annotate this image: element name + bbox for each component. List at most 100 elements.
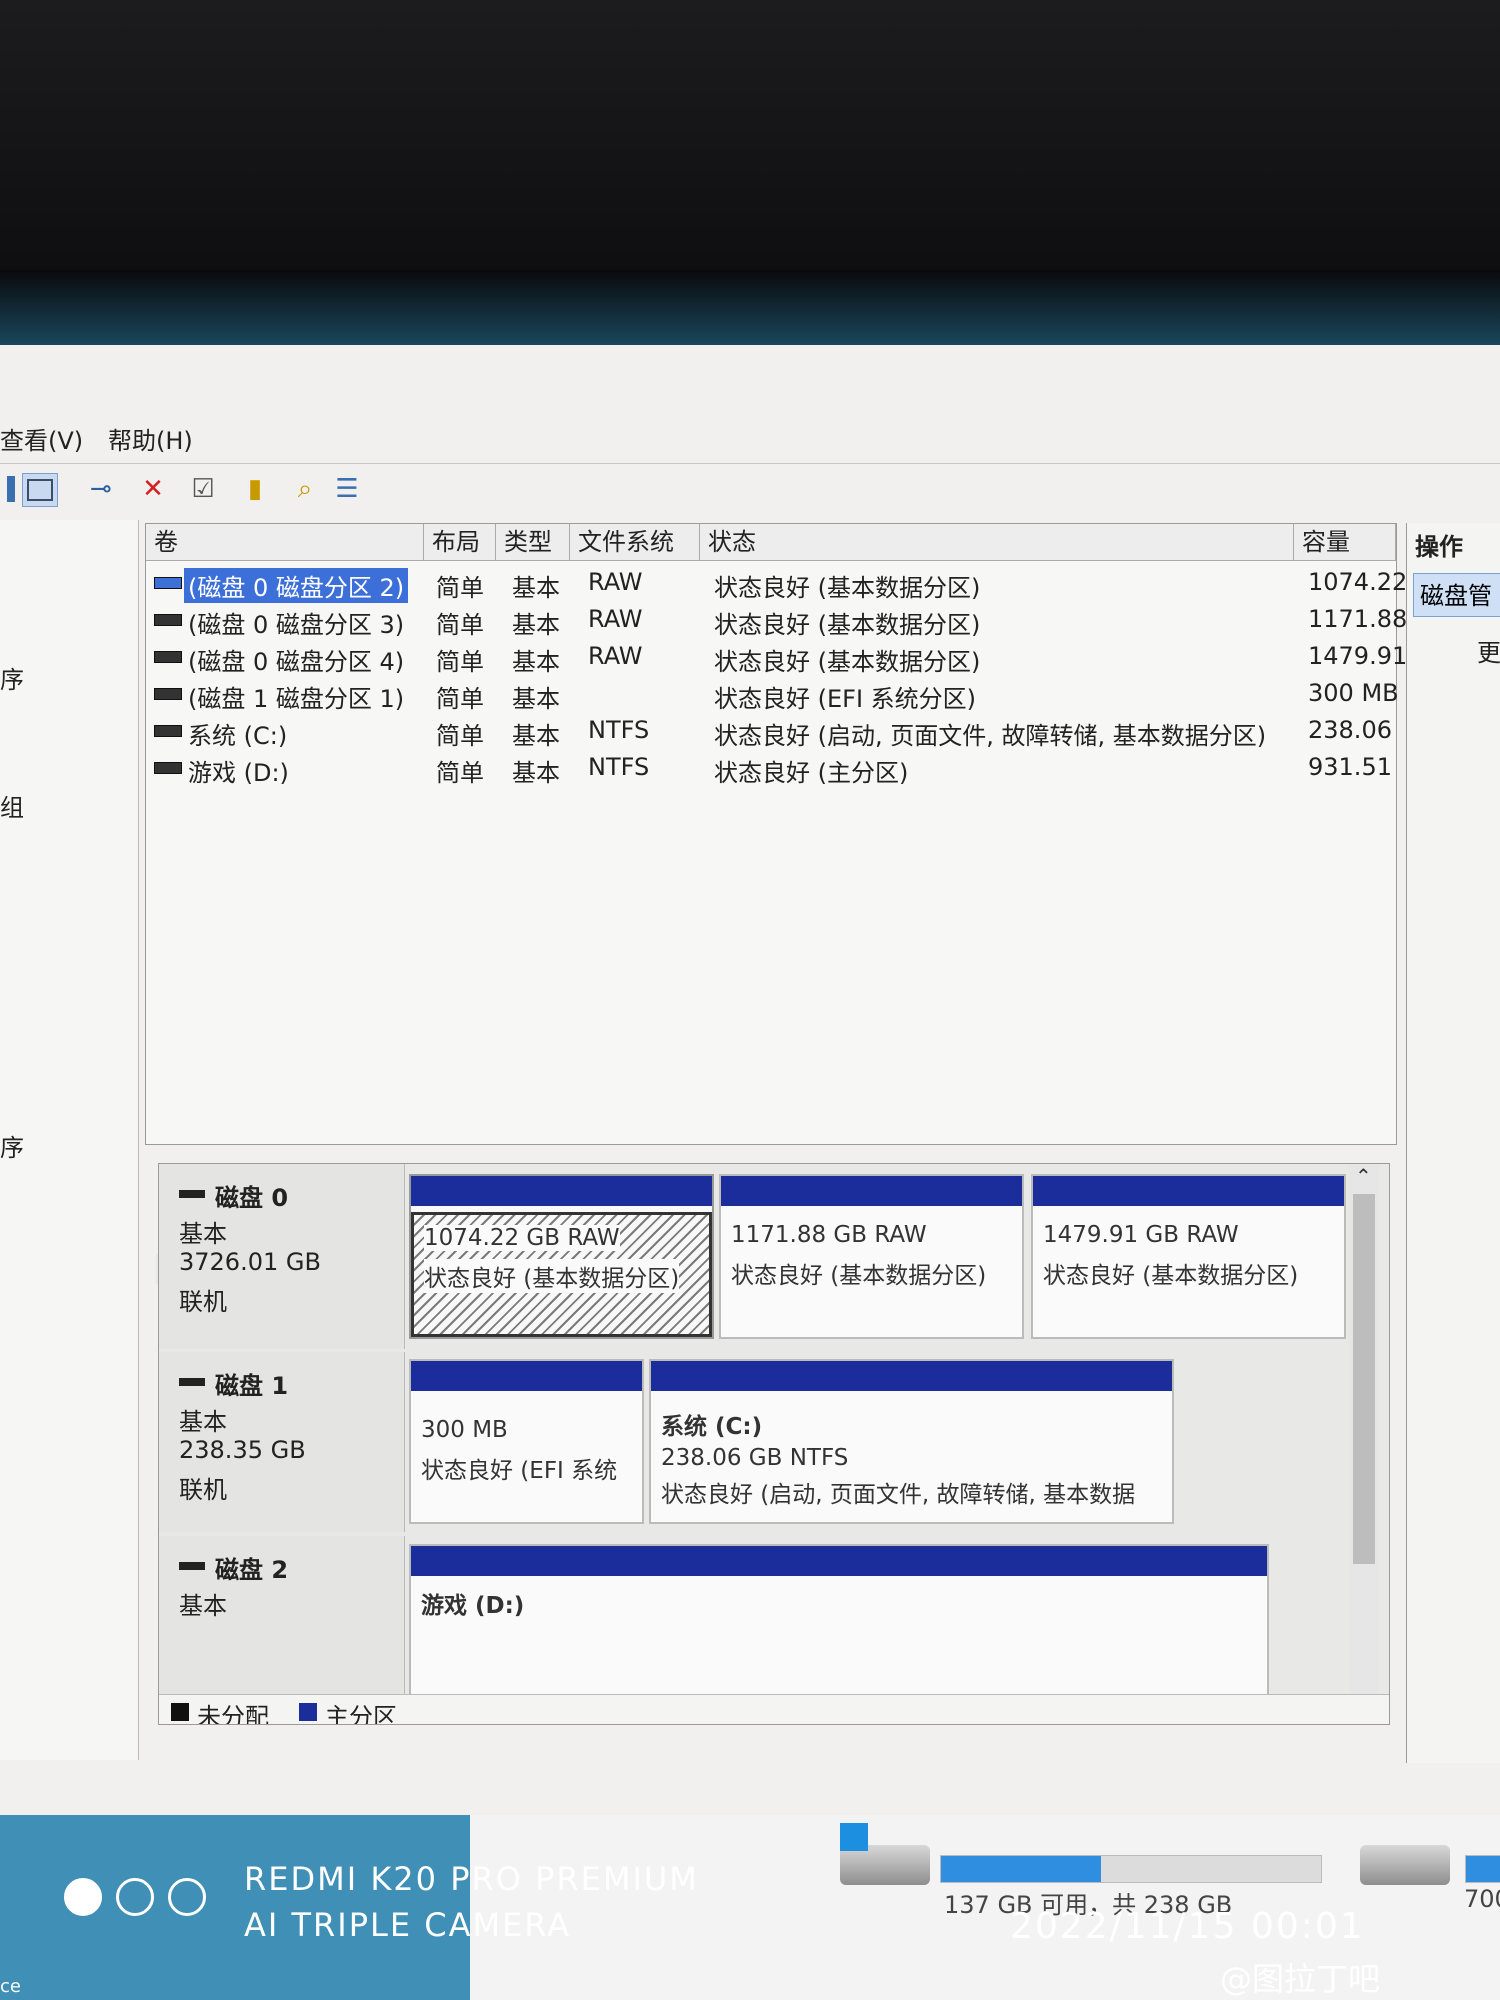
nav-item[interactable]: 序	[0, 660, 24, 695]
volume-icon	[154, 725, 182, 737]
disk-name: 磁盘 0	[215, 1184, 289, 1212]
cell-layout: 简单	[436, 759, 484, 787]
delete-icon[interactable]: ✕	[136, 473, 170, 505]
partition-status: 状态良好 (EFI 系统	[421, 1458, 618, 1484]
watermark-line1: REDMI K20 PRO PREMIUM	[244, 1860, 699, 1898]
legend: 未分配 主分区	[159, 1694, 1389, 1725]
disk-2-info[interactable]: 磁盘 2 基本	[159, 1536, 405, 1696]
cell-status: 状态良好 (基本数据分区)	[714, 574, 981, 602]
table-row[interactable]: 系统 (C:) 简单 基本 NTFS 状态良好 (启动, 页面文件, 故障转储,…	[146, 712, 1396, 750]
cell-capacity: 1074.22	[1308, 568, 1408, 596]
cell-layout: 简单	[436, 722, 484, 750]
disk-1-info[interactable]: 磁盘 1 基本 238.35 GB 联机	[159, 1352, 405, 1532]
table-row[interactable]: (磁盘 0 磁盘分区 4) 简单 基本 RAW 状态良好 (基本数据分区) 14…	[146, 638, 1407, 676]
volume-list: 卷 布局 类型 文件系统 状态 容量 (磁盘 0 磁盘分区 2) 简单 基本 R…	[145, 523, 1407, 1284]
partition-bar	[721, 1176, 1022, 1206]
partition[interactable]: 游戏 (D:)	[409, 1544, 1269, 1704]
camera-watermark: REDMI K20 PRO PREMIUM AI TRIPLE CAMERA 2…	[0, 1840, 1500, 2000]
monitor-bezel	[0, 0, 1500, 300]
partition-size: 1171.88 GB RAW	[731, 1222, 927, 1248]
partition[interactable]: 1074.22 GB RAW 状态良好 (基本数据分区)	[409, 1174, 714, 1339]
disk-size: 238.35 GB	[179, 1436, 306, 1464]
column-type[interactable]: 类型	[496, 524, 570, 560]
column-layout[interactable]: 布局	[424, 524, 496, 560]
cell-status: 状态良好 (基本数据分区)	[714, 648, 981, 676]
nav-item[interactable]: 序	[0, 1128, 24, 1163]
watermark-source: @图拉丁吧	[1220, 1960, 1381, 1998]
partition[interactable]: 300 MB 状态良好 (EFI 系统	[409, 1359, 644, 1524]
connect-icon[interactable]: ⊸	[84, 473, 118, 505]
volume-icon	[154, 762, 182, 774]
cell-filesystem: RAW	[588, 642, 643, 670]
cell-layout: 简单	[436, 574, 484, 602]
disk-size: 3726.01 GB	[179, 1248, 321, 1276]
partition-title: 游戏 (D:)	[421, 1593, 525, 1619]
table-row[interactable]: (磁盘 0 磁盘分区 2) 简单 基本 RAW 状态良好 (基本数据分区) 10…	[146, 564, 1407, 603]
toolbar: ⊸ ✕ ☑ ▮ ⌕ ☰	[0, 465, 1500, 513]
cell-status: 状态良好 (启动, 页面文件, 故障转储, 基本数据分区)	[714, 722, 1267, 750]
partition[interactable]: 1479.91 GB RAW 状态良好 (基本数据分区)	[1031, 1174, 1346, 1339]
cell-capacity: 1171.88	[1308, 605, 1408, 633]
cell-status: 状态良好 (主分区)	[714, 759, 909, 787]
help-icon[interactable]: ▮	[238, 473, 272, 505]
watermark-dot-icon	[64, 1878, 102, 1916]
cell-layout: 简单	[436, 611, 484, 639]
cell-volume: (磁盘 1 磁盘分区 1)	[188, 685, 405, 713]
watermark-dot-icon	[116, 1878, 154, 1916]
properties-icon[interactable]: ☑	[186, 473, 220, 505]
partition-status: 状态良好 (启动, 页面文件, 故障转储, 基本数据	[661, 1482, 1136, 1508]
legend-primary: 主分区	[325, 1703, 397, 1725]
cell-type: 基本	[512, 574, 560, 602]
disk-type: 基本	[179, 1220, 227, 1248]
partition-body: 1074.22 GB RAW 状态良好 (基本数据分区)	[411, 1212, 712, 1337]
volume-icon	[154, 651, 182, 663]
column-capacity[interactable]: 容量	[1294, 524, 1396, 560]
cell-capacity: 931.51	[1308, 753, 1392, 781]
disk-name: 磁盘 1	[215, 1372, 289, 1400]
monitor-bezel-edge	[0, 270, 1500, 350]
nav-item[interactable]: 组	[0, 788, 24, 823]
primary-swatch	[299, 1703, 317, 1721]
partition-size: 1074.22 GB RAW	[424, 1225, 620, 1251]
vertical-scrollbar[interactable]: ⌃ ⌄	[1349, 1164, 1379, 1704]
cell-capacity: 238.06	[1308, 716, 1392, 744]
cell-type: 基本	[512, 759, 560, 787]
action-more[interactable]: 更	[1477, 633, 1500, 668]
cell-type: 基本	[512, 685, 560, 713]
list-icon[interactable]: ☰	[330, 473, 364, 505]
cell-capacity: 300 MB	[1308, 679, 1399, 707]
table-row[interactable]: 游戏 (D:) 简单 基本 NTFS 状态良好 (主分区) 931.51	[146, 749, 1396, 787]
cell-volume: 游戏 (D:)	[188, 759, 289, 787]
watermark-line2: AI TRIPLE CAMERA	[244, 1906, 572, 1944]
cell-capacity: 1479.91	[1308, 642, 1408, 670]
partition-body: 游戏 (D:)	[411, 1576, 1267, 1702]
action-disk-management[interactable]: 磁盘管	[1413, 573, 1500, 617]
legend-unallocated: 未分配	[197, 1703, 269, 1725]
cell-status: 状态良好 (基本数据分区)	[714, 611, 981, 639]
cell-status: 状态良好 (EFI 系统分区)	[714, 685, 977, 713]
partition[interactable]: 1171.88 GB RAW 状态良好 (基本数据分区)	[719, 1174, 1024, 1339]
cell-volume: (磁盘 0 磁盘分区 4)	[188, 648, 405, 676]
partition-bar	[411, 1546, 1267, 1576]
console-tree-icon[interactable]	[22, 473, 58, 507]
partition-bar	[411, 1361, 642, 1391]
menu-help[interactable]: 帮助(H)	[108, 421, 193, 456]
disk-0-info[interactable]: 磁盘 0 基本 3726.01 GB 联机	[159, 1164, 405, 1349]
partition-status: 状态良好 (基本数据分区)	[424, 1259, 680, 1293]
cell-volume: (磁盘 0 磁盘分区 3)	[188, 611, 405, 639]
scroll-thumb[interactable]	[1353, 1194, 1375, 1564]
watermark-corner-text: ce	[0, 1976, 21, 1997]
search-icon[interactable]: ⌕	[288, 473, 322, 505]
column-status[interactable]: 状态	[700, 524, 1294, 560]
cell-layout: 简单	[436, 648, 484, 676]
cell-type: 基本	[512, 611, 560, 639]
partition[interactable]: 系统 (C:) 238.06 GB NTFS 状态良好 (启动, 页面文件, 故…	[649, 1359, 1174, 1524]
column-filesystem[interactable]: 文件系统	[570, 524, 700, 560]
scroll-up-icon[interactable]: ⌃	[1355, 1164, 1372, 1188]
disk-name: 磁盘 2	[215, 1556, 289, 1584]
menu-view[interactable]: 查看(V)	[0, 421, 83, 456]
table-row[interactable]: (磁盘 1 磁盘分区 1) 简单 基本 状态良好 (EFI 系统分区) 300 …	[146, 675, 1399, 713]
column-volume[interactable]: 卷	[146, 524, 424, 560]
partition-body: 1171.88 GB RAW 状态良好 (基本数据分区)	[721, 1212, 1022, 1337]
table-row[interactable]: (磁盘 0 磁盘分区 3) 简单 基本 RAW 状态良好 (基本数据分区) 11…	[146, 601, 1407, 639]
